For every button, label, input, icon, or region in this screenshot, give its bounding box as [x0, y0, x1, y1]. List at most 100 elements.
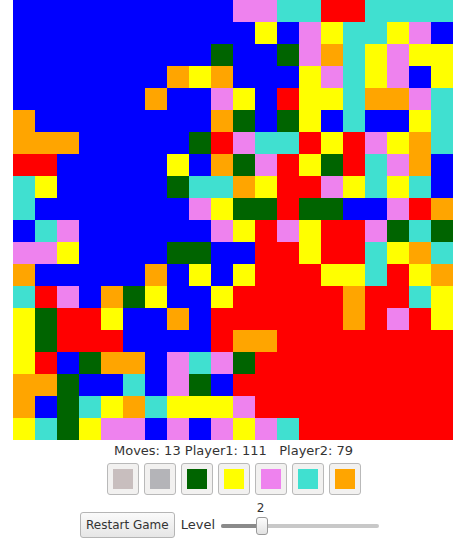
board-cell: [409, 396, 431, 418]
board-cell: [35, 242, 57, 264]
board-cell: [431, 220, 453, 242]
color-button[interactable]: [181, 463, 213, 495]
board-cell: [145, 132, 167, 154]
board-cell: [343, 110, 365, 132]
board-cell: [101, 374, 123, 396]
board-cell: [35, 308, 57, 330]
board-cell: [123, 286, 145, 308]
color-swatch: [224, 469, 244, 489]
board-cell: [343, 286, 365, 308]
board-cell: [101, 198, 123, 220]
board-cell: [79, 66, 101, 88]
restart-button[interactable]: Restart Game: [80, 512, 175, 538]
board-cell: [13, 396, 35, 418]
board-cell: [409, 242, 431, 264]
board-cell: [13, 198, 35, 220]
board-cell: [189, 154, 211, 176]
board-cell: [299, 352, 321, 374]
board-cell: [79, 264, 101, 286]
color-button[interactable]: [255, 463, 287, 495]
board-cell: [145, 374, 167, 396]
board-cell: [123, 176, 145, 198]
board-cell: [365, 330, 387, 352]
board-cell: [299, 418, 321, 440]
board-cell: [13, 22, 35, 44]
color-button[interactable]: [218, 463, 250, 495]
board-cell: [145, 44, 167, 66]
board-cell: [431, 22, 453, 44]
board-cell: [211, 66, 233, 88]
board-cell: [431, 418, 453, 440]
board-cell: [13, 44, 35, 66]
board-cell: [321, 330, 343, 352]
control-row: Restart GameLevel2: [80, 501, 379, 538]
board-cell: [189, 198, 211, 220]
board-cell: [299, 198, 321, 220]
board-cell: [365, 88, 387, 110]
board-cell: [123, 396, 145, 418]
board-cell: [431, 330, 453, 352]
board-cell: [255, 352, 277, 374]
board-cell: [277, 220, 299, 242]
board-cell: [35, 396, 57, 418]
board-cell: [277, 66, 299, 88]
board-cell: [145, 264, 167, 286]
board-cell: [299, 242, 321, 264]
board-cell: [255, 330, 277, 352]
board-cell: [321, 176, 343, 198]
color-button[interactable]: [329, 463, 361, 495]
color-swatch: [335, 469, 355, 489]
board-cell: [57, 396, 79, 418]
board-cell: [387, 396, 409, 418]
board-cell: [13, 264, 35, 286]
board-cell: [13, 374, 35, 396]
board-cell: [299, 44, 321, 66]
board-cell: [299, 0, 321, 22]
board-cell: [343, 198, 365, 220]
board-cell: [409, 22, 431, 44]
board-cell: [211, 176, 233, 198]
board-cell: [387, 110, 409, 132]
board-cell: [167, 176, 189, 198]
color-swatch: [298, 469, 318, 489]
board-cell: [387, 198, 409, 220]
board-cell: [277, 88, 299, 110]
board-cell: [387, 176, 409, 198]
level-reading-area: 2: [221, 501, 379, 517]
board-cell: [343, 88, 365, 110]
board-cell: [167, 88, 189, 110]
slider-thumb[interactable]: [256, 517, 268, 535]
board-cell: [365, 418, 387, 440]
board-cell: [343, 154, 365, 176]
board-cell: [387, 242, 409, 264]
board-cell: [79, 198, 101, 220]
level-slider[interactable]: 2: [221, 501, 379, 538]
color-button[interactable]: [292, 463, 324, 495]
slider-track[interactable]: [221, 524, 379, 528]
board-cell: [189, 110, 211, 132]
board-cell: [409, 308, 431, 330]
color-button[interactable]: [107, 463, 139, 495]
board-cell: [189, 352, 211, 374]
board-cell: [387, 0, 409, 22]
board-cell: [123, 308, 145, 330]
color-button[interactable]: [144, 463, 176, 495]
board-cell: [189, 374, 211, 396]
board-cell: [57, 66, 79, 88]
status-text: Moves: 13 Player1: 111 Player2: 79: [114, 442, 353, 459]
board-cell: [35, 418, 57, 440]
board-cell: [431, 396, 453, 418]
board-cell: [13, 220, 35, 242]
board-cell: [211, 418, 233, 440]
board-cell: [321, 110, 343, 132]
board-cell: [145, 286, 167, 308]
board-cell: [365, 154, 387, 176]
board-cell: [233, 132, 255, 154]
board-cell: [233, 308, 255, 330]
board-cell: [277, 242, 299, 264]
board-cell: [255, 220, 277, 242]
board-cell: [431, 132, 453, 154]
board-cell: [255, 88, 277, 110]
board-cell: [211, 44, 233, 66]
board-cell: [321, 286, 343, 308]
